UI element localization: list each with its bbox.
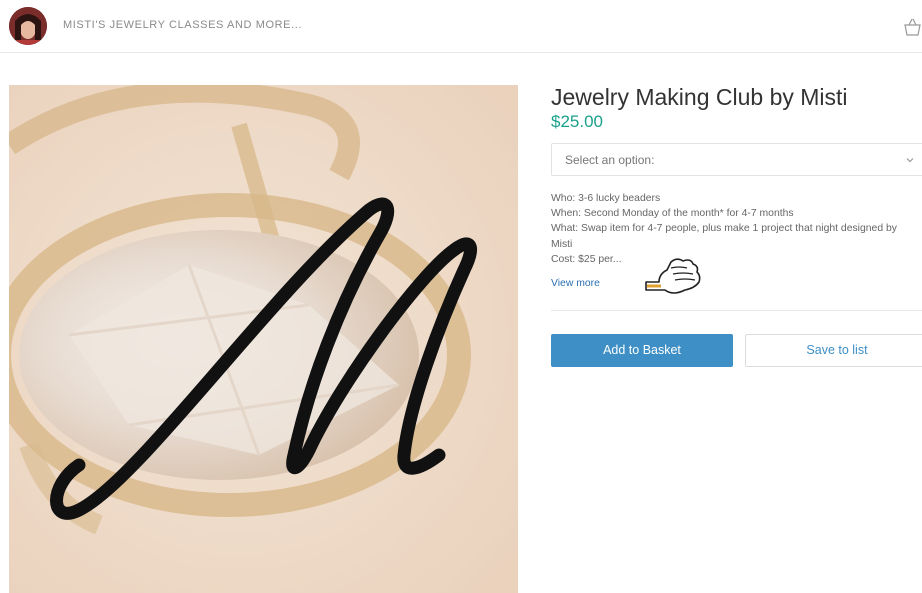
store-avatar[interactable] [9,7,47,45]
pointing-hand-icon [645,258,701,294]
option-select-value: Select an option: [565,153,655,167]
description-line: Who: 3-6 lucky beaders [551,193,661,204]
store-header: MISTI'S JEWELRY CLASSES AND MORE... [0,0,922,53]
save-to-list-button[interactable]: Save to list [745,334,922,367]
jewelry-photo [9,85,518,593]
add-to-basket-button[interactable]: Add to Basket [551,334,733,367]
product-price: $25.00 [551,112,603,131]
product-description: Who: 3-6 lucky beaders When: Second Mond… [551,191,922,267]
description-line: What: Swap item for 4-7 people, plus mak… [551,223,897,235]
view-more-link[interactable]: View more [551,278,600,289]
store-name[interactable]: MISTI'S JEWELRY CLASSES AND MORE... [63,19,302,31]
product-title: Jewelry Making Club by Misti [551,84,848,110]
chevron-down-icon [906,158,914,163]
basket-icon[interactable] [903,17,922,37]
description-line: When: Second Monday of the month* for 4-… [551,208,794,220]
avatar-photo-icon [9,7,47,45]
divider [551,310,922,311]
description-line: Misti [551,238,573,250]
product-image[interactable] [9,85,518,593]
option-select[interactable]: Select an option: [551,143,922,176]
description-line: Cost: $25 per... [551,253,622,265]
